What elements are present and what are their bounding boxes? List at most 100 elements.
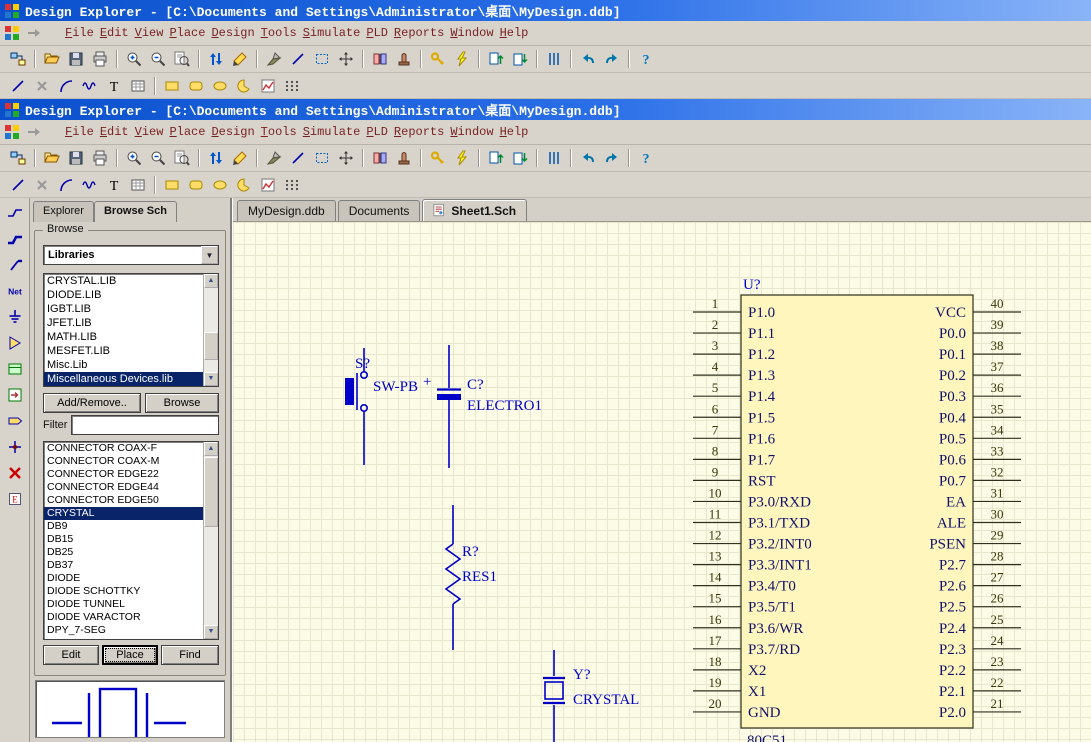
chart-icon[interactable] bbox=[256, 174, 280, 196]
schematic-canvas[interactable]: S?SW-PB +C?ELECTRO1 R?RES1 Y?CRYSTALU?1P… bbox=[233, 222, 1091, 742]
title-bar[interactable]: Design Explorer - [C:\Documents and Sett… bbox=[0, 99, 1091, 120]
sheet-symbol-icon[interactable] bbox=[3, 358, 27, 380]
redo-icon[interactable] bbox=[600, 147, 624, 169]
menu-view[interactable]: View bbox=[132, 123, 167, 141]
library-item[interactable]: IGBT.LIB bbox=[44, 302, 218, 316]
dot-grid-icon[interactable] bbox=[280, 75, 304, 97]
pie-icon[interactable] bbox=[232, 174, 256, 196]
component-item[interactable]: DIODE TUNNEL bbox=[44, 598, 218, 611]
scrollbar-thumb[interactable] bbox=[204, 457, 218, 527]
component-item[interactable]: CONNECTOR COAX-F bbox=[44, 442, 218, 455]
tab-browse-sch[interactable]: Browse Sch bbox=[94, 201, 177, 222]
menu-window[interactable]: Window bbox=[447, 24, 496, 42]
bus-entry-icon[interactable] bbox=[3, 254, 27, 276]
wire-icon[interactable] bbox=[3, 202, 27, 224]
undo-icon[interactable] bbox=[576, 147, 600, 169]
ellipse-icon[interactable] bbox=[208, 75, 232, 97]
lightning-icon[interactable] bbox=[450, 48, 474, 70]
align-icon[interactable] bbox=[542, 147, 566, 169]
menu-reports[interactable]: Reports bbox=[391, 24, 447, 42]
junction-icon[interactable] bbox=[3, 436, 27, 458]
roundrect-icon[interactable] bbox=[184, 174, 208, 196]
component-item[interactable]: DB37 bbox=[44, 559, 218, 572]
component-item[interactable]: DIODE VARACTOR bbox=[44, 611, 218, 624]
draw-line-icon[interactable] bbox=[6, 174, 30, 196]
add-remove-button[interactable]: Add/Remove.. bbox=[43, 393, 141, 413]
place-button[interactable]: Place bbox=[102, 645, 158, 665]
roundrect-icon[interactable] bbox=[184, 75, 208, 97]
menu-design[interactable]: Design bbox=[208, 123, 257, 141]
library-item[interactable]: Miscellaneous Devices.lib bbox=[44, 372, 218, 386]
text-icon[interactable]: T bbox=[102, 75, 126, 97]
library-icon[interactable] bbox=[368, 147, 392, 169]
browse-mode-select[interactable]: Libraries ▼ bbox=[43, 245, 219, 265]
browse-button[interactable]: Browse bbox=[145, 393, 219, 413]
menu-simulate[interactable]: Simulate bbox=[300, 123, 364, 141]
tab-mydesign-ddb[interactable]: MyDesign.ddb bbox=[237, 200, 336, 221]
explorer-toggle-icon[interactable] bbox=[6, 147, 30, 169]
document-icon[interactable] bbox=[4, 25, 20, 41]
zoom-out-icon[interactable] bbox=[146, 48, 170, 70]
component-item[interactable]: CONNECTOR EDGE22 bbox=[44, 468, 218, 481]
component-list-scrollbar[interactable]: ▲ ▼ bbox=[203, 442, 218, 639]
nav-arrow-icon[interactable] bbox=[26, 25, 42, 41]
nav-arrow-icon[interactable] bbox=[26, 124, 42, 140]
zoom-out-icon[interactable] bbox=[146, 147, 170, 169]
library-item[interactable]: JFET.LIB bbox=[44, 316, 218, 330]
lightning-icon[interactable] bbox=[450, 147, 474, 169]
save-icon[interactable] bbox=[64, 147, 88, 169]
align-icon[interactable] bbox=[542, 48, 566, 70]
menu-file[interactable]: File bbox=[62, 123, 97, 141]
library-item[interactable]: MATH.LIB bbox=[44, 330, 218, 344]
copy-up-icon[interactable] bbox=[484, 48, 508, 70]
open-icon[interactable] bbox=[40, 147, 64, 169]
menu-help[interactable]: Help bbox=[497, 123, 532, 141]
library-item[interactable]: MESFET.LIB bbox=[44, 344, 218, 358]
power-port-icon[interactable] bbox=[3, 306, 27, 328]
help-icon[interactable]: ? bbox=[634, 147, 658, 169]
library-item[interactable]: CRYSTAL.LIB bbox=[44, 274, 218, 288]
tab-explorer[interactable]: Explorer bbox=[33, 201, 94, 222]
move-icon[interactable] bbox=[334, 147, 358, 169]
save-icon[interactable] bbox=[64, 48, 88, 70]
cross-probe-icon[interactable] bbox=[204, 147, 228, 169]
component-item[interactable]: DPY_7-SEG bbox=[44, 624, 218, 637]
bus-icon[interactable] bbox=[3, 228, 27, 250]
explorer-toggle-icon[interactable] bbox=[6, 48, 30, 70]
menu-place[interactable]: Place bbox=[166, 123, 208, 141]
delete-icon[interactable] bbox=[30, 174, 54, 196]
resistor-symbol[interactable] bbox=[446, 505, 460, 650]
library-item[interactable]: DIODE.LIB bbox=[44, 288, 218, 302]
component-item[interactable]: CRYSTAL bbox=[44, 507, 218, 520]
library-list-scrollbar[interactable]: ▲ ▼ bbox=[203, 274, 218, 386]
scroll-down-icon[interactable]: ▼ bbox=[204, 372, 218, 386]
seal-icon[interactable] bbox=[392, 147, 416, 169]
rect-icon[interactable] bbox=[160, 75, 184, 97]
title-bar[interactable]: Design Explorer - [C:\Documents and Sett… bbox=[0, 0, 1091, 21]
component-item[interactable]: DB25 bbox=[44, 546, 218, 559]
arc-icon[interactable] bbox=[54, 174, 78, 196]
menu-pld[interactable]: PLD bbox=[363, 24, 391, 42]
library-item[interactable]: Misc.Lib bbox=[44, 358, 218, 372]
scroll-up-icon[interactable]: ▲ bbox=[204, 274, 218, 288]
find-button[interactable]: Find bbox=[161, 645, 219, 665]
copy-up-icon[interactable] bbox=[484, 147, 508, 169]
component-list[interactable]: CONNECTOR COAX-FCONNECTOR COAX-MCONNECTO… bbox=[43, 441, 219, 640]
component-item[interactable]: DIODE bbox=[44, 572, 218, 585]
menu-design[interactable]: Design bbox=[208, 24, 257, 42]
copy-down-icon[interactable] bbox=[508, 147, 532, 169]
delete-icon[interactable] bbox=[30, 75, 54, 97]
chart-icon[interactable] bbox=[256, 75, 280, 97]
component-item[interactable]: CONNECTOR EDGE50 bbox=[44, 494, 218, 507]
help-icon[interactable]: ? bbox=[634, 48, 658, 70]
redo-icon[interactable] bbox=[600, 48, 624, 70]
seal-icon[interactable] bbox=[392, 48, 416, 70]
zoom-in-icon[interactable] bbox=[122, 48, 146, 70]
pencil-icon[interactable] bbox=[228, 147, 252, 169]
table-icon[interactable] bbox=[126, 75, 150, 97]
menu-tools[interactable]: Tools bbox=[258, 24, 300, 42]
port-icon[interactable] bbox=[3, 410, 27, 432]
zoom-document-icon[interactable] bbox=[170, 48, 194, 70]
net-label-icon[interactable]: Net bbox=[3, 280, 27, 302]
scroll-down-icon[interactable]: ▼ bbox=[204, 625, 218, 639]
